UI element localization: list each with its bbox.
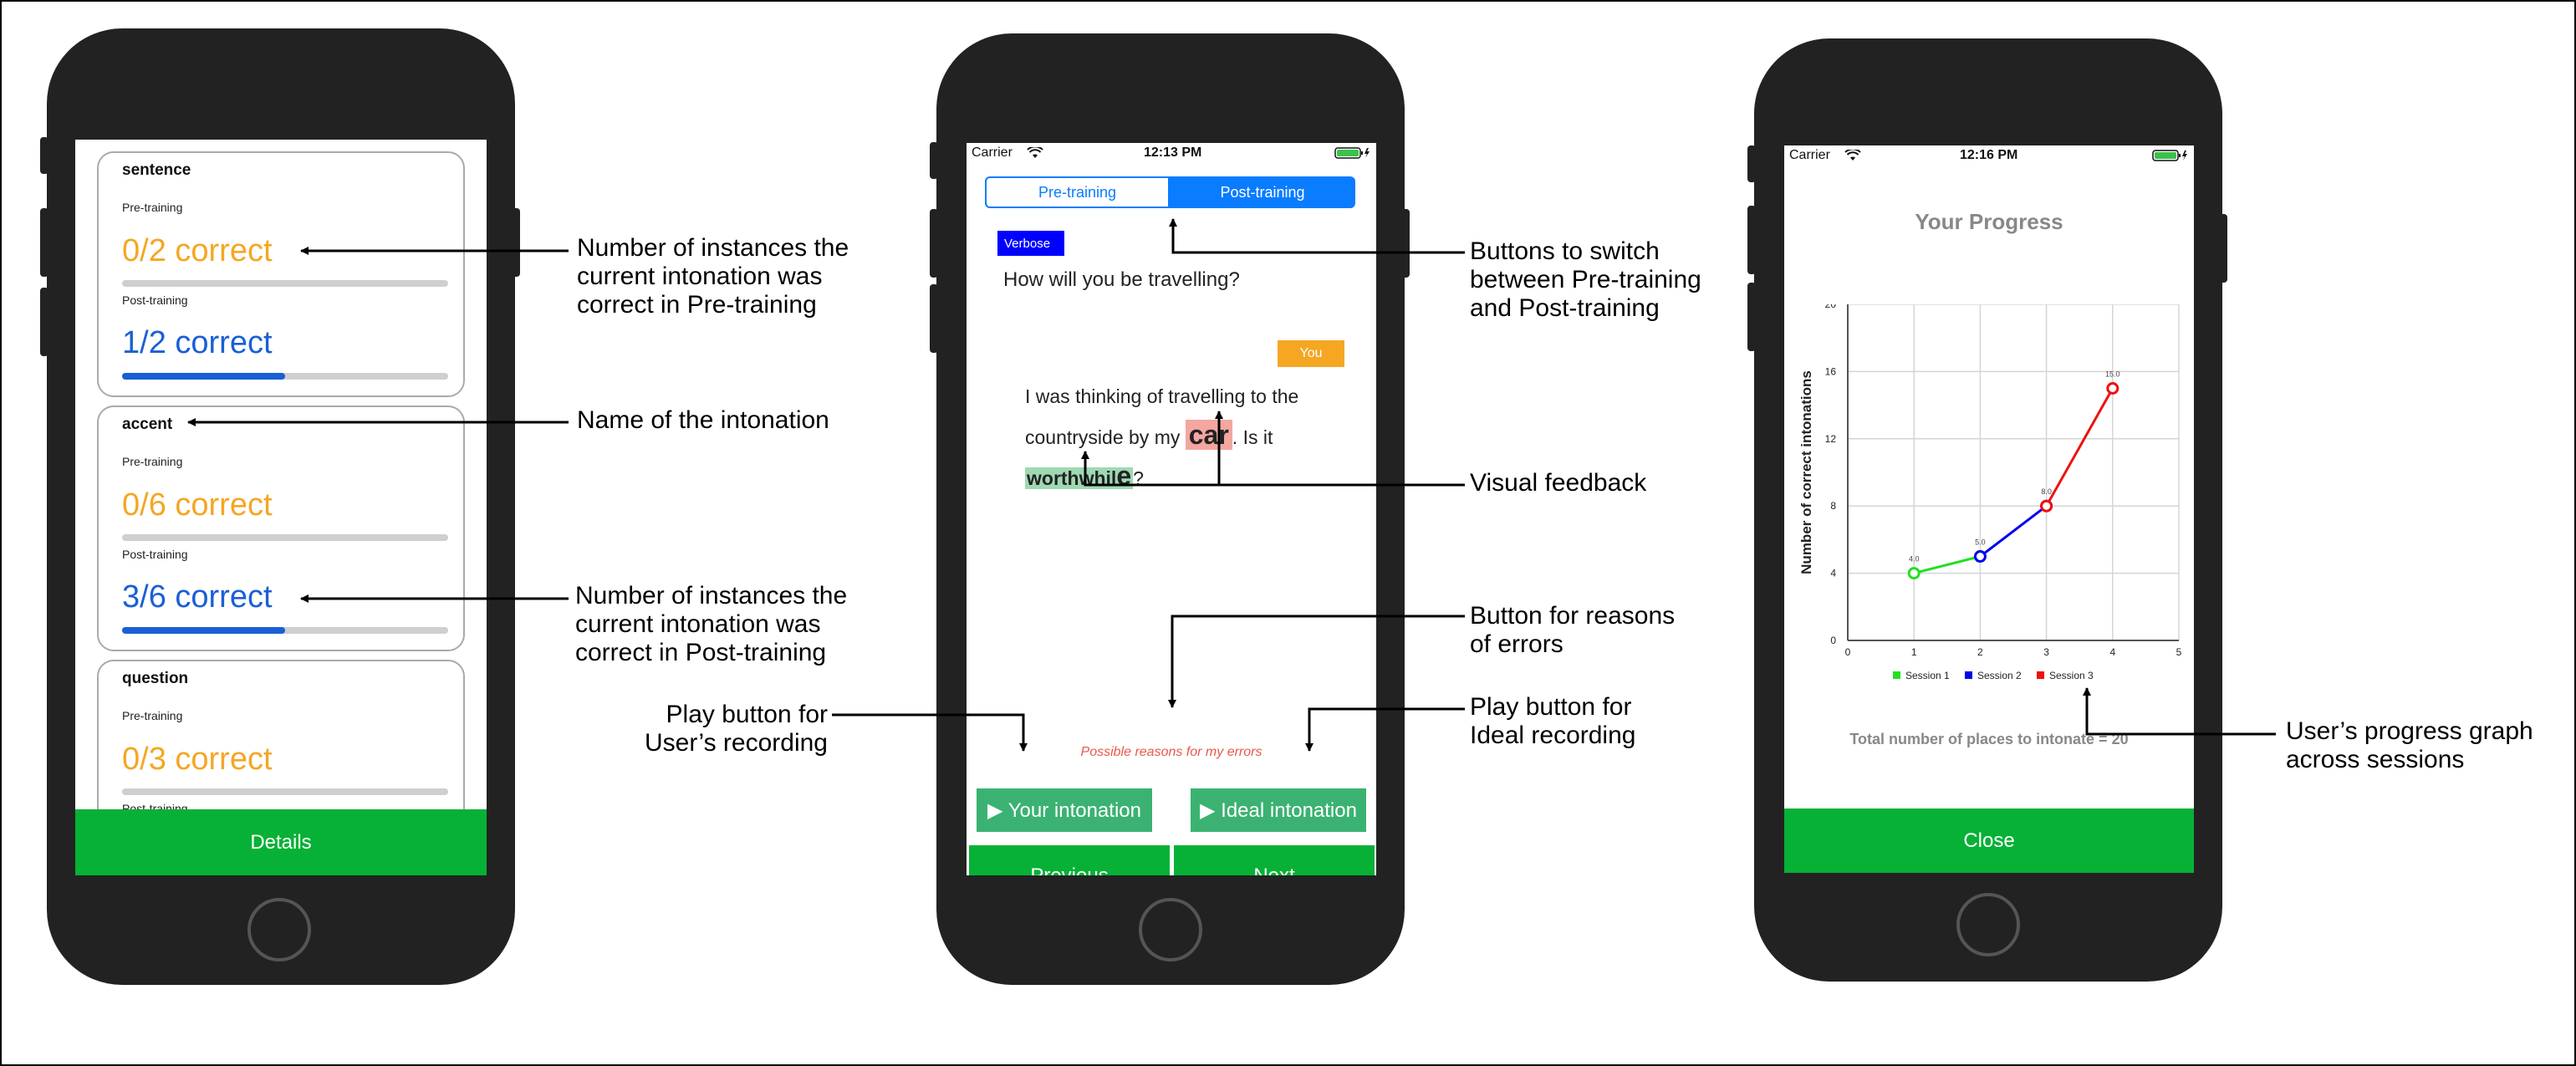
annotation-line: Number of instances the — [575, 582, 848, 610]
annotation-line: Play button for — [666, 701, 828, 728]
annotation-line: Number of instances the — [577, 234, 849, 262]
annotation-line: correct in Post-training — [575, 639, 827, 666]
annotation-line: Play button for — [1470, 693, 1632, 721]
annotation-line: current intonation was — [575, 610, 821, 638]
annotation-progress-graph: User’s progress graph across sessions — [2286, 717, 2533, 774]
annotation-play-user: Play button for User’s recording — [594, 701, 828, 757]
annotation-line: User’s progress graph — [2286, 717, 2533, 745]
annotation-play-ideal: Play button for Ideal recording — [1470, 693, 1635, 750]
annotation-line: Button for reasons — [1470, 602, 1676, 630]
annotation-pre-training: Number of instances the current intonati… — [577, 234, 849, 319]
annotation-post-training: Number of instances the current intonati… — [575, 582, 847, 667]
arrow-progress-graph — [2083, 687, 2276, 736]
annotation-name: Name of the intonation — [577, 406, 829, 434]
arrow-visual-feedback-1 — [1081, 451, 1465, 487]
annotation-line: and Post-training — [1470, 294, 1660, 322]
annotation-reasons: Button for reasons of errors — [1470, 602, 1675, 659]
annotation-line: Ideal recording — [1470, 722, 1636, 749]
arrow-reasons — [1168, 615, 1465, 708]
annotation-line: between Pre-training — [1470, 266, 1701, 293]
annotation-line: across sessions — [2286, 746, 2465, 773]
annotation-arrows — [187, 218, 2276, 752]
arrow-buttons-switch — [1169, 218, 1465, 254]
annotation-visual-feedback: Visual feedback — [1470, 469, 1647, 497]
annotation-line: of errors — [1470, 630, 1563, 658]
annotation-line: Buttons to switch — [1470, 237, 1660, 265]
annotation-line: correct in Pre-training — [577, 291, 817, 319]
annotation-line: current intonation was — [577, 263, 823, 290]
annotation-buttons-switch: Buttons to switch between Pre-training a… — [1470, 237, 1701, 323]
arrow-play-ideal — [1305, 707, 1465, 752]
annotation-line: User’s recording — [645, 729, 828, 757]
arrow-play-user — [832, 713, 1028, 752]
